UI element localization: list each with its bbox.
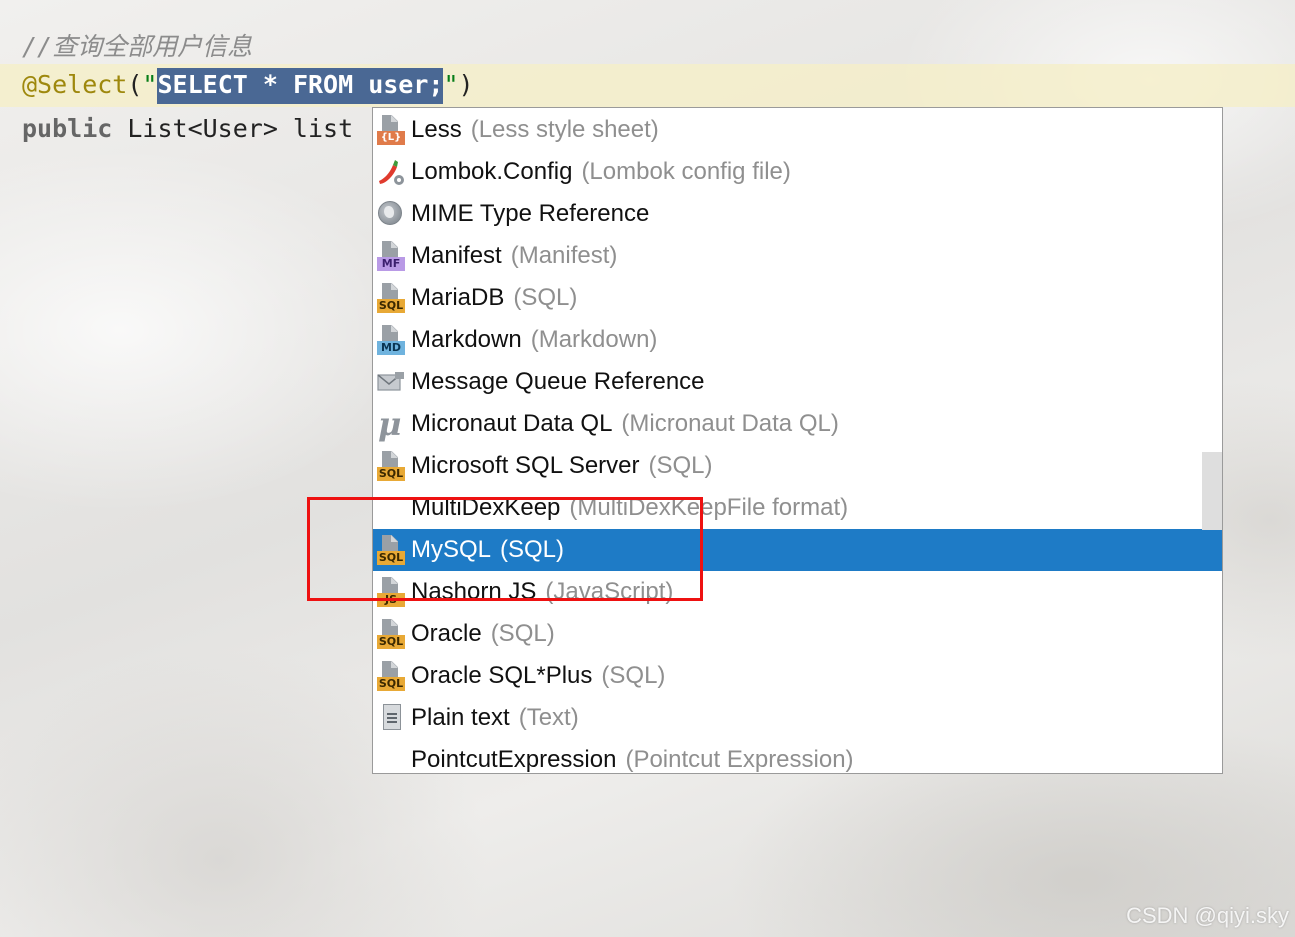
file-type-tag: JS — [377, 593, 405, 607]
blank-icon — [375, 745, 407, 773]
language-option-less[interactable]: {L} Less (Less style sheet) — [373, 109, 1222, 151]
language-option-mysql[interactable]: SQL MySQL (SQL) — [373, 529, 1222, 571]
file-type-tag: SQL — [377, 635, 405, 649]
quote-close: " — [443, 70, 459, 99]
option-hint: (SQL) — [648, 452, 713, 479]
option-label: MultiDexKeep — [411, 494, 561, 521]
option-hint: (MultiDexKeepFile format) — [569, 494, 849, 521]
text-file-icon — [375, 703, 407, 733]
code-method-line[interactable]: public List<User> list — [22, 114, 353, 143]
file-type-tag: SQL — [377, 299, 405, 313]
language-option-lombok-config[interactable]: Lombok.Config (Lombok config file) — [373, 151, 1222, 193]
selected-sql-text[interactable]: SELECT * FROM user; — [157, 68, 444, 104]
option-label: Less — [411, 116, 462, 143]
method-signature: List<User> list — [112, 114, 354, 143]
paren-close: ) — [458, 70, 474, 99]
file-type-tag: MF — [377, 257, 405, 271]
option-hint: (SQL) — [601, 662, 666, 689]
sql-file-icon: SQL — [375, 451, 407, 481]
option-hint: (SQL) — [513, 284, 578, 311]
language-option-oracle[interactable]: SQL Oracle (SQL) — [373, 613, 1222, 655]
paren-open: ( — [127, 70, 143, 99]
option-hint: (Micronaut Data QL) — [621, 410, 839, 437]
option-hint: (Pointcut Expression) — [625, 746, 854, 773]
sql-file-icon: SQL — [375, 619, 407, 649]
annotation-name: @Select — [22, 70, 128, 99]
file-type-tag: SQL — [377, 677, 405, 691]
blank-icon — [375, 493, 407, 523]
sql-file-icon: SQL — [375, 283, 407, 313]
option-hint: (Lombok config file) — [581, 158, 791, 185]
option-label: Nashorn JS — [411, 578, 537, 605]
less-file-icon: {L} — [375, 115, 407, 145]
language-option-plain-text[interactable]: Plain text (Text) — [373, 697, 1222, 739]
option-label: Message Queue Reference — [411, 368, 705, 395]
option-label: MariaDB — [411, 284, 505, 311]
language-option-multidexkeep[interactable]: MultiDexKeep (MultiDexKeepFile format) — [373, 487, 1222, 529]
option-label: PointcutExpression — [411, 746, 617, 773]
mail-icon — [375, 367, 407, 397]
language-option-mime-type-reference[interactable]: MIME Type Reference — [373, 193, 1222, 235]
manifest-file-icon: MF — [375, 241, 407, 271]
language-option-oracle-sql-plus[interactable]: SQL Oracle SQL*Plus (SQL) — [373, 655, 1222, 697]
markdown-file-icon: MD — [375, 325, 407, 355]
method-keyword: public — [22, 114, 113, 143]
file-type-tag: SQL — [377, 551, 405, 565]
language-option-message-queue-reference[interactable]: Message Queue Reference — [373, 361, 1222, 403]
sql-file-icon: SQL — [375, 661, 407, 691]
option-hint: (Less style sheet) — [470, 116, 659, 143]
language-option-micronaut-data-ql[interactable]: μ Micronaut Data QL (Micronaut Data QL) — [373, 403, 1222, 445]
watermark: CSDN @qiyi.sky — [1126, 903, 1289, 928]
option-label: Microsoft SQL Server — [411, 452, 640, 479]
comment-text: //查询全部用户信息 — [22, 32, 253, 61]
option-label: MySQL — [411, 536, 492, 563]
globe-icon — [375, 199, 407, 229]
language-option-nashorn-js[interactable]: JS Nashorn JS (JavaScript) — [373, 571, 1222, 613]
js-file-icon: JS — [375, 577, 407, 607]
language-option-manifest[interactable]: MF Manifest (Manifest) — [373, 235, 1222, 277]
option-hint: (Markdown) — [530, 326, 658, 353]
code-annotation-line[interactable]: @Select("SELECT * FROM user;") — [22, 68, 474, 104]
micronaut-icon: μ — [378, 405, 402, 443]
file-type-tag: SQL — [377, 467, 405, 481]
option-hint: (Text) — [518, 704, 579, 731]
language-option-microsoft-sql-server[interactable]: SQL Microsoft SQL Server (SQL) — [373, 445, 1222, 487]
option-hint: (SQL) — [500, 536, 565, 563]
quote-open: " — [142, 70, 158, 99]
option-label: Markdown — [411, 326, 522, 353]
option-hint: (JavaScript) — [545, 578, 674, 605]
lombok-config-icon — [375, 157, 407, 187]
option-label: Micronaut Data QL — [411, 410, 613, 437]
option-label: MIME Type Reference — [411, 200, 650, 227]
option-hint: (SQL) — [490, 620, 555, 647]
file-type-tag: MD — [377, 341, 405, 355]
language-option-pointcutexpression[interactable]: PointcutExpression (Pointcut Expression) — [373, 739, 1222, 773]
option-label: Oracle SQL*Plus — [411, 662, 593, 689]
language-option-mariadb[interactable]: SQL MariaDB (SQL) — [373, 277, 1222, 319]
option-label: Lombok.Config — [411, 158, 573, 185]
sql-file-icon: SQL — [375, 535, 407, 565]
language-completion-popup[interactable]: {L} Less (Less style sheet) Lombok.Config (L… — [372, 107, 1223, 774]
code-comment-line: //查询全部用户信息 — [22, 27, 252, 63]
option-label: Manifest — [411, 242, 502, 269]
option-label: Plain text — [411, 704, 510, 731]
option-label: Oracle — [411, 620, 482, 647]
file-type-tag: {L} — [377, 131, 405, 145]
option-hint: (Manifest) — [510, 242, 618, 269]
language-option-markdown[interactable]: MD Markdown (Markdown) — [373, 319, 1222, 361]
popup-scrollbar-thumb[interactable] — [1202, 452, 1222, 530]
